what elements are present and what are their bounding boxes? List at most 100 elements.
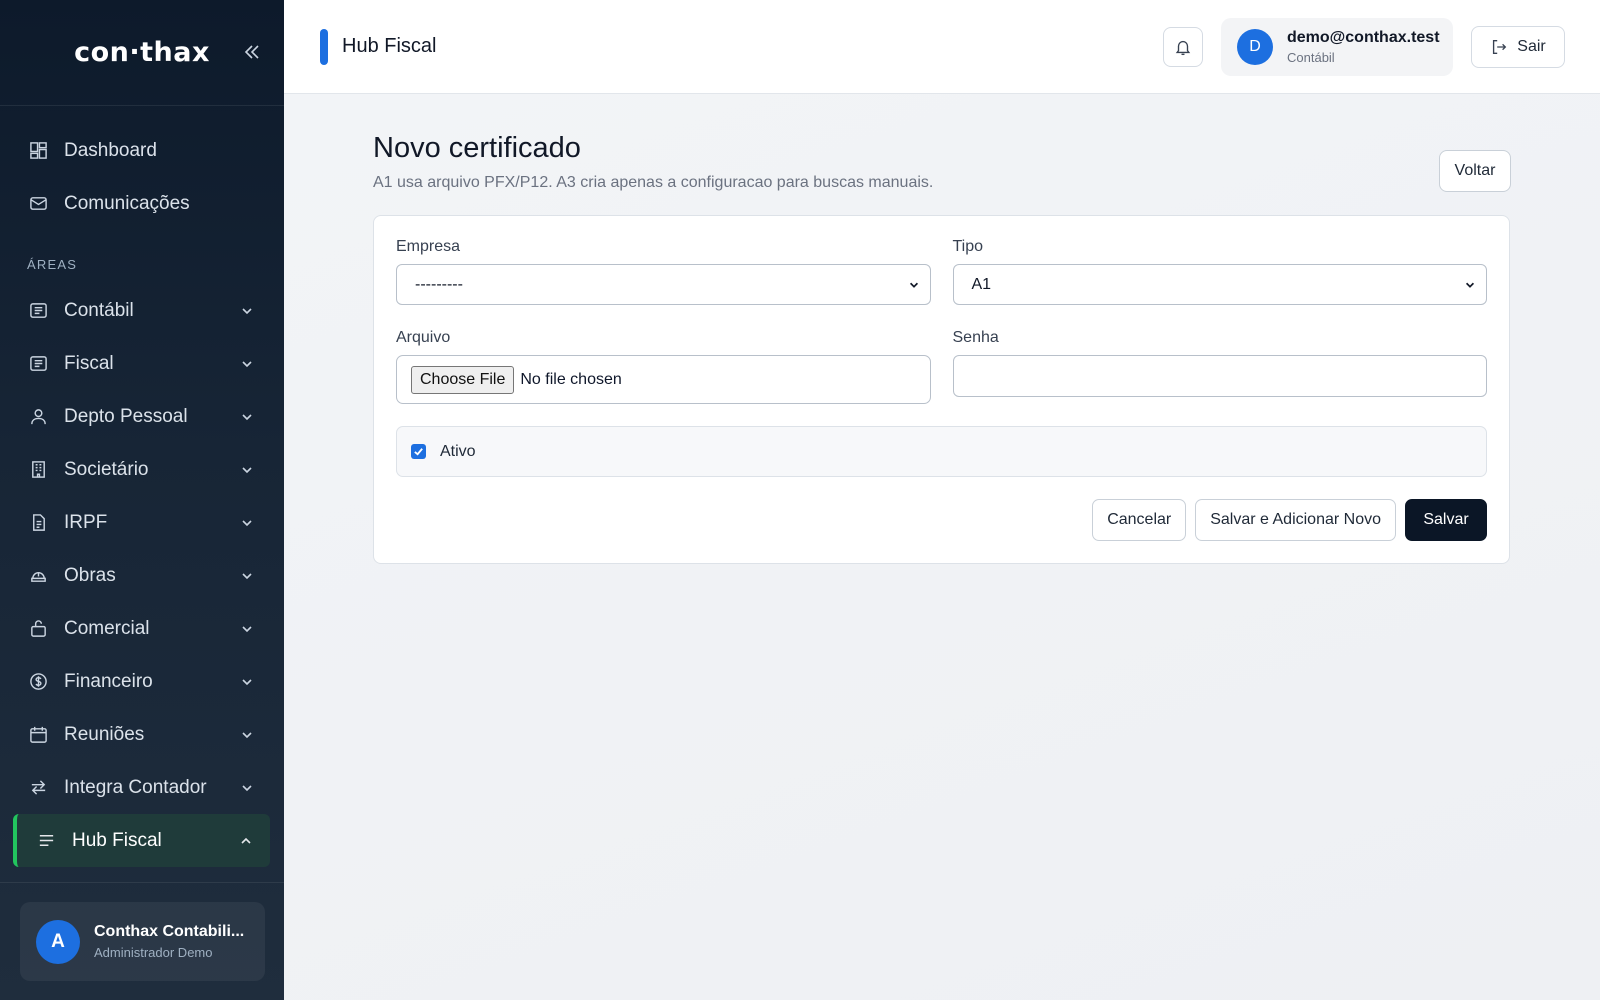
empresa-field: Empresa --------- — [396, 238, 931, 305]
chevron-down-icon — [239, 727, 255, 743]
arrows-swap-icon — [27, 777, 49, 799]
ledger-icon — [27, 300, 49, 322]
sidebar-nav: Dashboard Comunicações ÁREAS Contábil Fi… — [0, 106, 284, 867]
sidebar-header: con·thax — [0, 0, 284, 106]
section-label-areas: ÁREAS — [27, 257, 78, 272]
lines-icon — [35, 830, 57, 852]
page-subtitle: A1 usa arquivo PFX/P12. A3 cria apenas a… — [373, 174, 934, 191]
account-role: Administrador Demo — [94, 945, 213, 960]
sidebar-item-comercial[interactable]: Comercial — [0, 602, 284, 655]
tipo-select[interactable]: A1 — [952, 264, 1487, 305]
calendar-icon — [27, 724, 49, 746]
dashboard-icon — [27, 140, 49, 162]
chevron-down-icon — [239, 568, 255, 584]
ativo-label: Ativo — [440, 442, 476, 460]
sidebar-item-label: Reuniões — [64, 723, 145, 745]
arquivo-label: Arquivo — [396, 329, 451, 346]
arquivo-file-input[interactable]: Choose File No file chosen — [396, 355, 931, 404]
user-role: Contábil — [1287, 49, 1335, 65]
account-card[interactable]: A Conthax Contabili... Administrador Dem… — [20, 902, 265, 981]
check-icon — [414, 448, 423, 456]
mail-icon — [27, 193, 49, 215]
empresa-label: Empresa — [396, 238, 461, 255]
sidebar-item-label: Fiscal — [64, 352, 114, 374]
logout-button[interactable]: Sair — [1471, 25, 1565, 68]
senha-input[interactable] — [952, 355, 1487, 397]
sidebar-item-obras[interactable]: Obras — [0, 549, 284, 602]
chevron-down-icon — [239, 462, 255, 478]
sidebar-item-label: Dashboard — [64, 139, 157, 161]
topbar-title: Hub Fiscal — [342, 35, 437, 57]
logout-label: Sair — [1517, 37, 1546, 55]
sidebar-item-hub-fiscal[interactable]: Hub Fiscal — [13, 814, 270, 867]
logout-icon — [1490, 38, 1508, 56]
user-menu[interactable]: D demo@conthax.test Contábil — [1221, 17, 1453, 76]
sidebar-item-label: Societário — [64, 458, 149, 480]
topbar: Hub Fiscal D demo@conthax.test Contábil … — [284, 0, 1600, 94]
sidebar-item-label: Obras — [64, 564, 116, 586]
sidebar-item-integra-contador[interactable]: Integra Contador — [0, 761, 284, 814]
notifications-button[interactable] — [1163, 26, 1203, 67]
sidebar-item-financeiro[interactable]: Financeiro — [0, 655, 284, 708]
form-actions: Cancelar Salvar e Adicionar Novo Salvar — [1092, 499, 1487, 541]
tipo-field: Tipo A1 — [952, 238, 1487, 305]
chevron-down-icon — [239, 674, 255, 690]
sidebar-item-fiscal[interactable]: Fiscal — [0, 337, 284, 390]
tipo-selected-value: A1 — [971, 275, 992, 293]
chevron-down-icon — [1464, 278, 1476, 296]
choose-file-button[interactable]: Choose File — [411, 365, 515, 394]
collapse-sidebar-button[interactable] — [238, 38, 266, 66]
document-icon — [27, 512, 49, 534]
user-icon — [27, 406, 49, 428]
ativo-row: Ativo — [396, 426, 1487, 477]
title-accent-bar — [320, 28, 328, 65]
form-row: Arquivo Choose File No file chosen Senha — [396, 329, 1487, 404]
avatar: A — [36, 919, 80, 964]
sidebar-item-label: Comunicações — [64, 192, 190, 214]
chevron-down-icon — [239, 780, 255, 796]
tipo-label: Tipo — [952, 238, 984, 255]
chevron-down-icon — [908, 278, 920, 296]
bag-icon — [27, 618, 49, 640]
sidebar-item-label: Integra Contador — [64, 776, 207, 798]
cancel-button[interactable]: Cancelar — [1092, 499, 1187, 541]
save-button[interactable]: Salvar — [1405, 499, 1487, 541]
page-title: Novo certificado — [373, 132, 581, 164]
user-menu-text: demo@conthax.test Contábil — [1287, 29, 1440, 65]
sidebar-item-societario[interactable]: Societário — [0, 443, 284, 496]
building-icon — [27, 459, 49, 481]
sidebar-item-label: Comercial — [64, 617, 150, 639]
file-status: No file chosen — [520, 370, 622, 388]
back-button[interactable]: Voltar — [1439, 150, 1511, 192]
chevron-down-icon — [239, 409, 255, 425]
chevron-down-icon — [239, 303, 255, 319]
arquivo-field: Arquivo Choose File No file chosen — [396, 329, 931, 404]
form-row: Empresa --------- Tipo A1 — [396, 238, 1487, 305]
empresa-selected-value: --------- — [415, 275, 463, 293]
sidebar-footer: A Conthax Contabili... Administrador Dem… — [0, 882, 284, 1000]
sidebar-item-reunioes[interactable]: Reuniões — [0, 708, 284, 761]
sidebar-item-comunicacoes[interactable]: Comunicações — [0, 177, 284, 230]
senha-label: Senha — [952, 329, 999, 346]
sidebar-item-dashboard[interactable]: Dashboard — [0, 124, 284, 177]
sidebar-item-label: IRPF — [64, 511, 108, 533]
ledger-icon — [27, 353, 49, 375]
double-chevron-left-icon — [244, 45, 259, 59]
account-name: Conthax Contabili... — [94, 923, 245, 940]
page-header: Novo certificado A1 usa arquivo PFX/P12.… — [373, 132, 933, 192]
chevron-down-icon — [239, 356, 255, 372]
main-content: Novo certificado A1 usa arquivo PFX/P12.… — [284, 94, 1600, 1000]
account-text: Conthax Contabili... Administrador Demo — [94, 923, 249, 960]
sidebar-item-label: Depto Pessoal — [64, 405, 188, 427]
sidebar-item-irpf[interactable]: IRPF — [0, 496, 284, 549]
sidebar-item-contabil[interactable]: Contábil — [0, 284, 284, 337]
save-and-add-button[interactable]: Salvar e Adicionar Novo — [1195, 499, 1396, 541]
ativo-checkbox[interactable] — [411, 444, 426, 459]
empresa-select[interactable]: --------- — [396, 264, 931, 305]
sidebar-item-depto-pessoal[interactable]: Depto Pessoal — [0, 390, 284, 443]
chevron-down-icon — [239, 515, 255, 531]
dollar-circle-icon — [27, 671, 49, 693]
sidebar-item-label: Contábil — [64, 299, 134, 321]
sidebar-item-label: Financeiro — [64, 670, 153, 692]
chevron-up-icon — [238, 833, 254, 849]
